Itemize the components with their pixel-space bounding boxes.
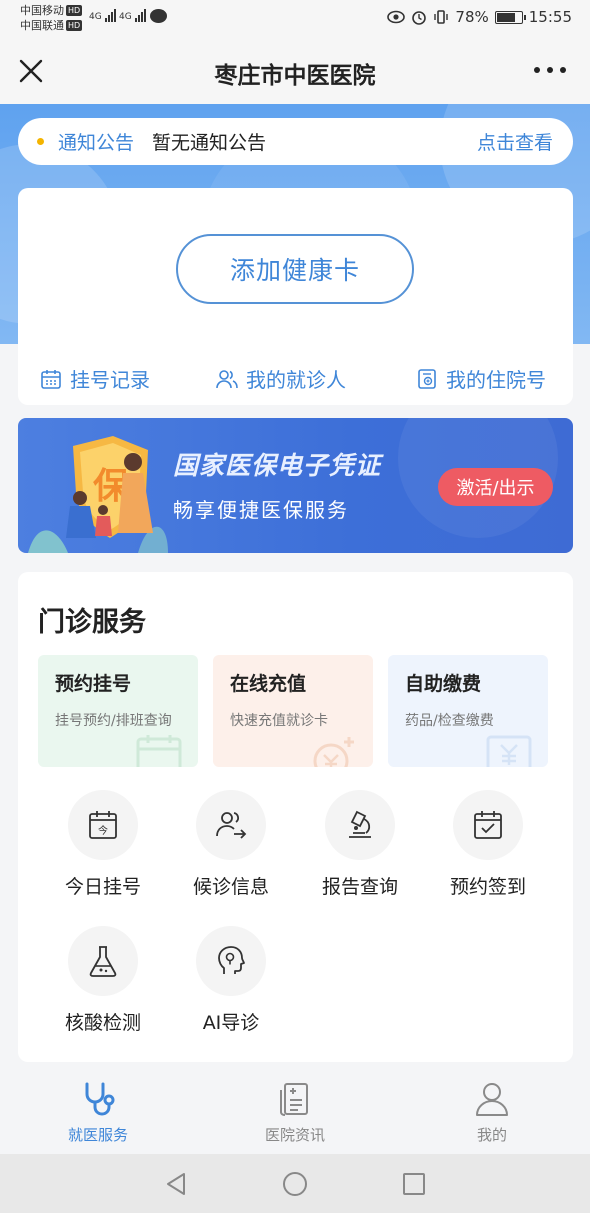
tab-label: 我的 xyxy=(476,1126,507,1144)
appointment-signin-item[interactable]: 预约签到 xyxy=(428,790,548,899)
grid-label: 报告查询 xyxy=(321,876,398,898)
grid-label: 候诊信息 xyxy=(192,876,269,898)
system-navigation-bar xyxy=(0,1154,590,1213)
status-right: 78% 15:55 xyxy=(387,8,572,26)
back-icon[interactable] xyxy=(162,1170,190,1198)
network-type-2: 4G xyxy=(119,12,132,22)
icon-circle xyxy=(68,926,138,996)
notice-bar[interactable]: 通知公告 暂无通知公告 点击查看 xyxy=(18,118,573,165)
hd-badge: HD xyxy=(66,20,83,31)
network-type-1: 4G xyxy=(89,12,102,22)
activate-show-button[interactable]: 激活/出示 xyxy=(438,468,553,506)
recents-icon[interactable] xyxy=(400,1170,428,1198)
waiting-people-icon xyxy=(216,812,247,839)
add-health-card-button[interactable]: 添加健康卡 xyxy=(176,234,414,304)
my-patients-link[interactable]: 我的就诊人 xyxy=(216,364,346,393)
grid-label: 核酸检测 xyxy=(64,1012,141,1034)
banner-title: 国家医保电子凭证 xyxy=(173,451,382,480)
card-title: 预约挂号 xyxy=(55,673,132,695)
eye-icon xyxy=(387,10,406,24)
today-registration-item[interactable]: 今 今日挂号 xyxy=(43,790,163,899)
yen-plus-icon xyxy=(313,737,354,767)
tab-mine[interactable]: 我的 xyxy=(432,1080,552,1145)
card-description: 挂号预约/排班查询 xyxy=(55,713,172,729)
self-payment-card[interactable]: 自助缴费 药品/检查缴费 xyxy=(388,655,548,767)
appointment-registration-card[interactable]: 预约挂号 挂号预约/排班查询 xyxy=(38,655,198,767)
health-card-panel: 添加健康卡 挂号记录 我的就诊人 我的住院号 xyxy=(18,188,573,405)
banner-subtitle: 畅享便捷医保服务 xyxy=(173,498,349,522)
insurance-illustration: 保 xyxy=(28,436,168,553)
notice-tag: 通知公告 xyxy=(58,132,135,154)
today-calendar-icon: 今 xyxy=(89,811,117,839)
waiting-info-item[interactable]: 候诊信息 xyxy=(171,790,291,899)
card-description: 药品/检查缴费 xyxy=(405,713,494,729)
calendar-outline-icon xyxy=(136,735,182,767)
clock: 15:55 xyxy=(528,8,572,26)
grid-label: 今日挂号 xyxy=(64,876,141,898)
stethoscope-icon xyxy=(85,1082,115,1116)
card-description: 快速充值就诊卡 xyxy=(230,713,328,729)
grid-label: 预约签到 xyxy=(449,876,526,898)
grid-label: AI导诊 xyxy=(202,1012,260,1034)
notice-message: 暂无通知公告 xyxy=(152,132,267,154)
battery-percent: 78% xyxy=(455,8,489,26)
icon-circle xyxy=(196,926,266,996)
icon-circle: 今 xyxy=(68,790,138,860)
card-title: 在线充值 xyxy=(230,673,307,695)
medical-insurance-banner[interactable]: 保 国家医保电子凭证 畅享便捷医保服务 激活/出示 xyxy=(18,418,573,553)
vibrate-icon xyxy=(434,10,449,24)
card-title: 自助缴费 xyxy=(405,673,482,695)
bottom-navigation: 就医服务 医院资讯 我的 xyxy=(0,1072,590,1154)
today-glyph: 今 xyxy=(98,824,108,837)
nucleic-acid-test-item[interactable]: 核酸检测 xyxy=(43,926,163,1035)
status-bar: 中国移动 HD 中国联通 HD 4G 4G 78% 15:55 xyxy=(0,0,590,38)
icon-circle xyxy=(196,790,266,860)
my-inpatient-number-link[interactable]: 我的住院号 xyxy=(416,364,546,393)
ai-guidance-item[interactable]: AI导诊 xyxy=(171,926,291,1035)
battery-icon xyxy=(494,10,526,24)
report-query-item[interactable]: 报告查询 xyxy=(300,790,420,899)
flask-icon xyxy=(89,946,117,977)
user-icon xyxy=(476,1083,508,1116)
tab-hospital-news[interactable]: 医院资讯 xyxy=(235,1080,355,1145)
home-icon[interactable] xyxy=(281,1170,309,1198)
carrier-info: 中国移动 HD 中国联通 HD xyxy=(20,3,83,33)
people-icon xyxy=(216,369,238,388)
tab-label: 医院资讯 xyxy=(264,1126,325,1144)
page-title: 枣庄市中医医院 xyxy=(214,63,376,89)
microscope-icon xyxy=(349,810,371,838)
ai-head-icon xyxy=(218,946,245,974)
my-inpatient-number-label: 我的住院号 xyxy=(446,368,546,392)
yen-box-icon xyxy=(486,735,532,767)
my-patients-label: 我的就诊人 xyxy=(246,368,346,392)
alarm-icon xyxy=(412,11,427,25)
carrier-2: 中国联通 xyxy=(20,19,64,32)
message-icon xyxy=(150,9,167,23)
outpatient-services-panel: 门诊服务 预约挂号 挂号预约/排班查询 在线充值 快速充值就诊卡 自助缴费 药品… xyxy=(18,572,573,1062)
signal-2-icon: 4G xyxy=(119,9,147,22)
registration-record-label: 挂号记录 xyxy=(70,368,150,392)
title-bar: 枣庄市中医医院 xyxy=(0,38,590,104)
news-icon xyxy=(280,1083,308,1116)
carrier-1: 中国移动 xyxy=(20,4,64,17)
notice-dot-icon xyxy=(37,138,44,145)
document-icon xyxy=(418,368,436,389)
online-recharge-card[interactable]: 在线充值 快速充值就诊卡 xyxy=(213,655,373,767)
more-dot-icon xyxy=(560,67,566,73)
calendar-icon xyxy=(41,369,61,389)
signal-1-icon: 4G xyxy=(89,9,117,22)
section-title: 门诊服务 xyxy=(38,607,146,638)
tab-label: 就医服务 xyxy=(67,1126,128,1144)
calendar-check-icon xyxy=(474,811,502,839)
icon-circle xyxy=(325,790,395,860)
more-button[interactable] xyxy=(534,60,566,80)
registration-record-link[interactable]: 挂号记录 xyxy=(40,364,150,393)
icon-circle xyxy=(453,790,523,860)
more-dot-icon xyxy=(547,67,553,73)
battery-fill xyxy=(496,12,516,22)
tab-medical-services[interactable]: 就医服务 xyxy=(38,1080,158,1145)
hd-badge: HD xyxy=(66,5,83,16)
more-dot-icon xyxy=(534,67,540,73)
notice-view-link[interactable]: 点击查看 xyxy=(477,128,553,155)
